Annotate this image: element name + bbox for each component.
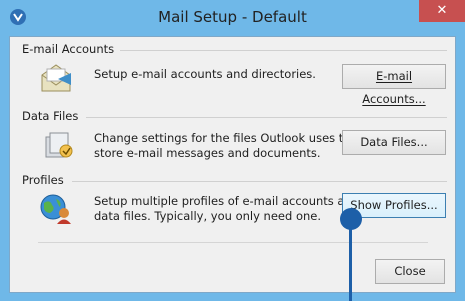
email-accounts-description: Setup e-mail accounts and directories. bbox=[94, 67, 316, 81]
profiles-globe-icon bbox=[38, 191, 74, 225]
profiles-description-line2: data files. Typically, you only need one… bbox=[94, 209, 322, 223]
envelope-icon bbox=[38, 61, 74, 95]
title-bar: Mail Setup - Default ✕ bbox=[0, 0, 465, 36]
data-files-description-line2: store e-mail messages and documents. bbox=[94, 146, 321, 160]
profiles-description: Setup multiple profiles of e-mail accoun… bbox=[94, 194, 359, 224]
data-files-description: Change settings for the files Outlook us… bbox=[94, 131, 350, 161]
profiles-group-label: Profiles bbox=[22, 173, 64, 187]
email-accounts-button[interactable]: E-mail Accounts... bbox=[342, 64, 446, 106]
group-divider bbox=[120, 50, 447, 51]
window-close-button[interactable]: ✕ bbox=[419, 0, 465, 22]
data-files-button[interactable]: Data Files... bbox=[342, 130, 446, 155]
email-accounts-group-label: E-mail Accounts bbox=[22, 42, 115, 56]
pointer-indicator-line bbox=[349, 224, 352, 301]
mail-setup-dialog: Mail Setup - Default ✕ E-mail Accounts S… bbox=[0, 0, 465, 301]
data-files-group-label: Data Files bbox=[22, 109, 79, 123]
close-button[interactable]: Close bbox=[375, 259, 445, 284]
dialog-body: E-mail Accounts Setup e-mail accounts an… bbox=[9, 36, 456, 293]
group-divider bbox=[86, 117, 447, 118]
profiles-description-line1: Setup multiple profiles of e-mail accoun… bbox=[94, 194, 360, 208]
window-title: Mail Setup - Default bbox=[158, 8, 307, 26]
data-files-description-line1: Change settings for the files Outlook us… bbox=[94, 131, 351, 145]
footer-separator bbox=[38, 242, 428, 243]
email-accounts-button-label: E-mail Accounts... bbox=[362, 69, 426, 106]
data-files-icon bbox=[40, 127, 76, 161]
group-divider bbox=[72, 181, 447, 182]
